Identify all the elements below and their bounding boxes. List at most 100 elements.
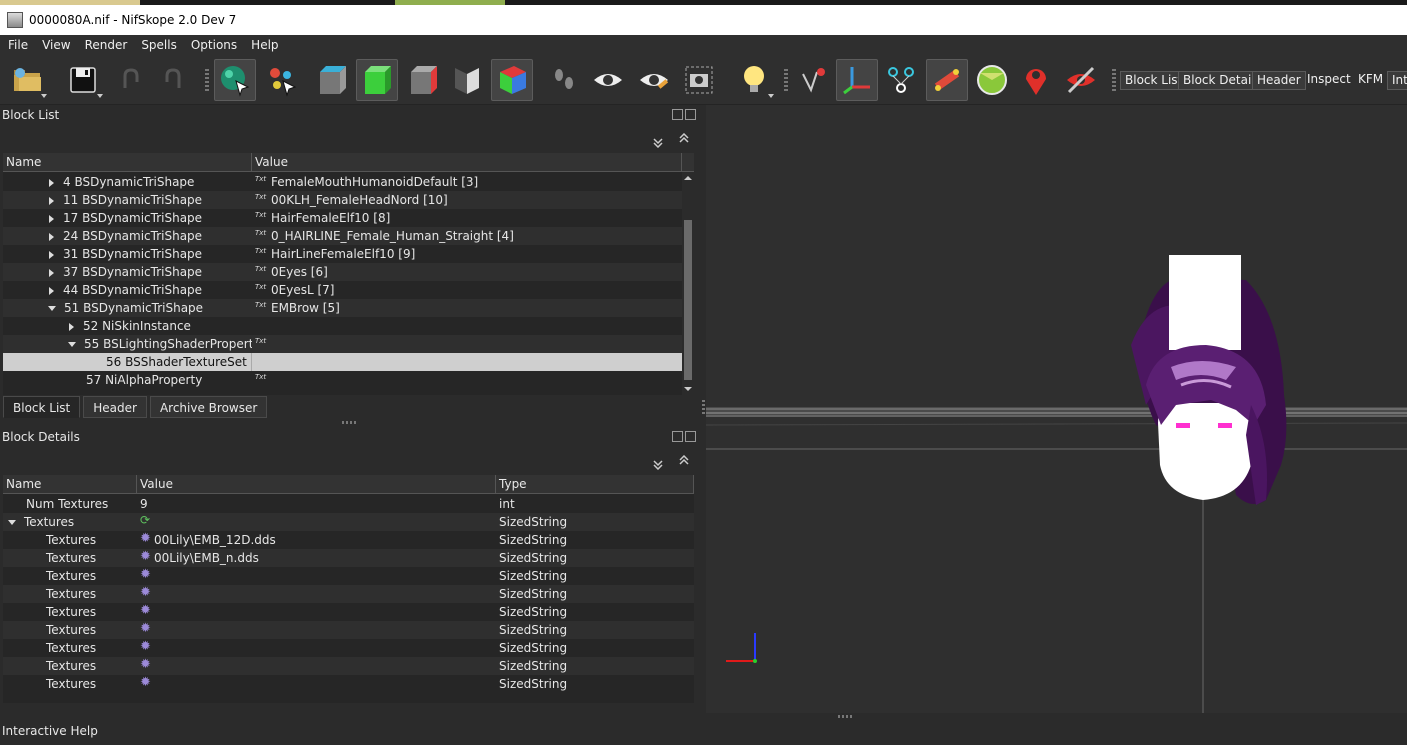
- dock-splitter-handle[interactable]: [838, 715, 854, 718]
- collapse-arrow-icon[interactable]: [8, 520, 16, 525]
- green-disc-icon: [977, 65, 1007, 95]
- expand-arrow-icon[interactable]: [49, 214, 54, 223]
- expand-all-chevron-icon[interactable]: [678, 455, 690, 467]
- toggle-inspect-button[interactable]: Inspect: [1303, 71, 1355, 90]
- column-type[interactable]: Type: [496, 475, 694, 494]
- tab-header[interactable]: Header: [83, 396, 147, 418]
- gear-icon: ✹: [140, 531, 151, 546]
- show-collision-button[interactable]: [971, 59, 1013, 101]
- expand-arrow-icon[interactable]: [49, 196, 54, 205]
- open-file-button[interactable]: [6, 59, 48, 101]
- table-row[interactable]: Textures ✹ 00Lily\EMB_12D.dds SizedString: [3, 531, 694, 549]
- table-row[interactable]: 11 BSDynamicTriShape Txt 00KLH_FemaleHead…: [3, 191, 682, 209]
- show-nodes-button[interactable]: [633, 59, 675, 101]
- select-vertex-button[interactable]: [261, 59, 303, 101]
- collapse-arrow-icon[interactable]: [68, 342, 76, 347]
- table-row[interactable]: Textures ✹ SizedString: [3, 621, 694, 639]
- float-dock-button[interactable]: [672, 109, 683, 120]
- table-row[interactable]: Textures ✹ SizedString: [3, 675, 694, 693]
- redo-button[interactable]: [152, 59, 194, 101]
- expand-all-chevron-icon[interactable]: [678, 133, 690, 145]
- column-name[interactable]: Name: [3, 475, 137, 494]
- collapse-arrow-icon[interactable]: [48, 306, 56, 311]
- show-havok-button[interactable]: [926, 59, 968, 101]
- show-vertex-normals-button[interactable]: [792, 59, 834, 101]
- table-row[interactable]: 51 BSDynamicTriShape Txt EMBrow [5]: [3, 299, 682, 317]
- view-rgb-cube-button[interactable]: [491, 59, 533, 101]
- grey-cube-icon: [320, 66, 346, 94]
- column-value[interactable]: Value: [137, 475, 496, 494]
- float-dock-button[interactable]: [672, 431, 683, 442]
- interactive-help-label[interactable]: Interactive Help: [2, 724, 98, 738]
- toggle-kfm-button[interactable]: KFM: [1354, 71, 1387, 90]
- expand-arrow-icon[interactable]: [49, 232, 54, 241]
- expand-arrow-icon[interactable]: [49, 268, 54, 277]
- table-row[interactable]: Textures ✹ SizedString: [3, 585, 694, 603]
- expand-arrow-icon[interactable]: [69, 322, 74, 331]
- table-row[interactable]: Textures ✹ SizedString: [3, 657, 694, 675]
- vertical-splitter-handle[interactable]: [702, 400, 705, 416]
- menu-options[interactable]: Options: [184, 38, 244, 52]
- table-row[interactable]: Textures ⟳ SizedString: [3, 513, 694, 531]
- walk-button[interactable]: [543, 59, 585, 101]
- table-row[interactable]: 55 BSLightingShaderProperty Txt: [3, 335, 682, 353]
- table-row-selected[interactable]: 56 BSShaderTextureSet: [3, 353, 682, 371]
- view-side-button[interactable]: [402, 59, 444, 101]
- toggle-interactive-button[interactable]: Int: [1387, 71, 1407, 90]
- menu-view[interactable]: View: [35, 38, 77, 52]
- block-list-scrollbar[interactable]: [682, 172, 694, 395]
- menu-file[interactable]: File: [0, 38, 35, 52]
- screenshot-button[interactable]: [678, 59, 720, 101]
- scroll-down-icon[interactable]: [682, 384, 694, 394]
- table-row[interactable]: Num Textures 9 int: [3, 495, 694, 513]
- dock-splitter-handle[interactable]: [342, 421, 358, 424]
- view-solid-button[interactable]: [356, 59, 398, 101]
- gear-icon: ✹: [140, 567, 151, 582]
- view-backface-button[interactable]: [446, 59, 488, 101]
- collapse-all-chevron-icon[interactable]: [652, 458, 664, 470]
- scroll-up-icon[interactable]: [682, 173, 694, 183]
- table-row[interactable]: 52 NiSkinInstance: [3, 317, 682, 335]
- table-row[interactable]: 24 BSDynamicTriShape Txt 0_HAIRLINE_Femal…: [3, 227, 682, 245]
- table-row[interactable]: Textures ✹ SizedString: [3, 639, 694, 657]
- close-dock-button[interactable]: [685, 109, 696, 120]
- table-row[interactable]: 37 BSDynamicTriShape Txt 0Eyes [6]: [3, 263, 682, 281]
- table-row[interactable]: Textures ✹ SizedString: [3, 567, 694, 585]
- column-value[interactable]: Value: [252, 153, 682, 172]
- menu-render[interactable]: Render: [78, 38, 135, 52]
- select-object-button[interactable]: [214, 59, 256, 101]
- menu-spells[interactable]: Spells: [134, 38, 184, 52]
- close-dock-button[interactable]: [685, 431, 696, 442]
- expand-arrow-icon[interactable]: [49, 286, 54, 295]
- show-constraints-button[interactable]: [880, 59, 922, 101]
- table-row[interactable]: 31 BSDynamicTriShape Txt HairLineFemaleEl…: [3, 245, 682, 263]
- tab-archive-browser[interactable]: Archive Browser: [149, 396, 268, 418]
- table-row[interactable]: Textures ✹ 00Lily\EMB_n.dds SizedString: [3, 549, 694, 567]
- tab-block-list[interactable]: Block List: [3, 396, 81, 418]
- table-row[interactable]: 44 BSDynamicTriShape Txt 0EyesL [7]: [3, 281, 682, 299]
- view-default-button[interactable]: [311, 59, 353, 101]
- undo-button[interactable]: [110, 59, 152, 101]
- refresh-icon[interactable]: ⟳: [140, 513, 154, 527]
- collapse-all-chevron-icon[interactable]: [652, 136, 664, 148]
- toggle-header-button[interactable]: Header: [1252, 71, 1306, 90]
- lighting-button[interactable]: [733, 59, 775, 101]
- render-viewport[interactable]: [706, 105, 1407, 713]
- column-name[interactable]: Name: [3, 153, 252, 172]
- txt-icon: Txt: [255, 247, 267, 255]
- show-hidden-button[interactable]: [587, 59, 629, 101]
- menu-help[interactable]: Help: [244, 38, 285, 52]
- table-row[interactable]: 4 BSDynamicTriShape Txt FemaleMouthHumano…: [3, 173, 682, 191]
- toolbar-grip: [1112, 69, 1116, 91]
- hide-markers-button[interactable]: [1060, 59, 1102, 101]
- table-row[interactable]: Textures ✹ SizedString: [3, 603, 694, 621]
- scrollbar-thumb[interactable]: [684, 220, 692, 380]
- save-file-button[interactable]: [62, 59, 104, 101]
- green-sphere-cursor-icon: [221, 66, 250, 97]
- table-row[interactable]: 17 BSDynamicTriShape Txt HairFemaleElf10 …: [3, 209, 682, 227]
- expand-arrow-icon[interactable]: [49, 178, 54, 187]
- show-axes-button[interactable]: [836, 59, 878, 101]
- table-row[interactable]: 57 NiAlphaProperty Txt: [3, 371, 682, 389]
- show-markers-button[interactable]: [1015, 59, 1057, 101]
- expand-arrow-icon[interactable]: [49, 250, 54, 259]
